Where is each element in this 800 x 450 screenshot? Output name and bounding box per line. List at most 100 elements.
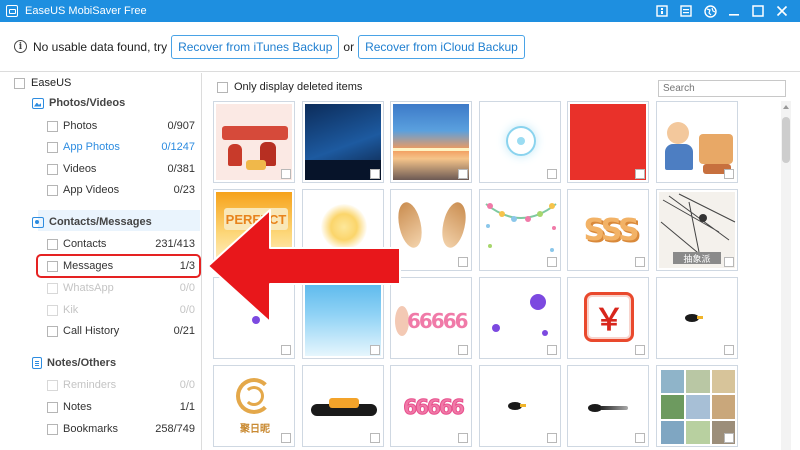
item-count: 0/0 — [179, 282, 195, 294]
only-deleted-checkbox[interactable] — [217, 81, 228, 93]
item-checkbox[interactable] — [47, 401, 58, 413]
scroll-up-arrow-icon[interactable] — [783, 105, 789, 109]
thumbnail-sun-glow[interactable] — [302, 189, 384, 271]
messages-highlight-box — [36, 254, 201, 278]
feedback-icon[interactable] — [650, 2, 674, 20]
sidebar-item-videos[interactable]: Videos 0/381 — [47, 160, 195, 178]
thumbnail-checkbox[interactable] — [547, 433, 557, 443]
thumbnail-text: 聚日昵 — [240, 423, 270, 435]
thumbnail-pink-666[interactable]: 66666 — [390, 365, 472, 447]
item-count: 0/21 — [173, 325, 195, 337]
thumbnail-sss-letters[interactable]: SSS — [567, 189, 649, 271]
search-input[interactable] — [658, 80, 786, 97]
thumbnail-checkbox[interactable] — [635, 345, 645, 355]
root-checkbox[interactable] — [14, 77, 25, 89]
thumbnail-checkbox[interactable] — [547, 169, 557, 179]
tree-root[interactable]: EaseUS — [14, 77, 71, 89]
thumbnail-checkbox[interactable] — [281, 169, 291, 179]
thumbnail-checkbox[interactable] — [635, 169, 645, 179]
globe-icon[interactable] — [698, 2, 722, 20]
item-count: 0/1247 — [161, 141, 195, 153]
sidebar-item-app-videos[interactable]: App Videos 0/23 — [47, 181, 195, 199]
thumbnail-checkbox[interactable] — [635, 433, 645, 443]
sidebar-item-photos[interactable]: Photos 0/907 — [47, 117, 195, 135]
thumbnail-night-sky[interactable] — [302, 101, 384, 183]
thumbnail-purple-dot-small[interactable] — [213, 277, 295, 359]
thumbnail-blue-gradient[interactable] — [302, 277, 384, 359]
item-label: Reminders — [63, 379, 117, 391]
scroll-thumb[interactable] — [782, 117, 790, 163]
maximize-icon[interactable] — [746, 2, 770, 20]
thumbnail-checkbox[interactable] — [724, 169, 734, 179]
item-label: Bookmarks — [63, 423, 119, 435]
sidebar-item-call-history[interactable]: Call History 0/21 — [47, 322, 195, 340]
item-count: 258/749 — [155, 423, 195, 435]
sidebar-item-kik: Kik 0/0 — [47, 301, 195, 319]
thumbnail-checkbox[interactable] — [724, 345, 734, 355]
thumbnail-yen-button[interactable]: ￥ — [567, 277, 649, 359]
section-notes-others[interactable]: Notes/Others — [32, 357, 116, 369]
sidebar-item-contacts[interactable]: Contacts 231/413 — [47, 235, 195, 253]
item-checkbox[interactable] — [47, 238, 58, 250]
thumbnail-checkbox[interactable] — [281, 433, 291, 443]
close-icon[interactable] — [770, 2, 794, 20]
thumbnail-grid: PERFECT SSS 抽象派 66666 ￥ 聚日昵 66666 — [213, 101, 785, 450]
minimize-icon[interactable] — [722, 2, 746, 20]
thumbnail-flower-garland[interactable] — [479, 189, 561, 271]
vertical-scrollbar[interactable] — [781, 101, 791, 450]
thumbnail-light-burst[interactable] — [479, 101, 561, 183]
thumbnail-pink-666-ear[interactable]: 66666 — [390, 277, 472, 359]
thumbnail-bird-trail[interactable] — [567, 365, 649, 447]
thumbnail-red-square[interactable] — [567, 101, 649, 183]
thumbnail-purple-bubbles[interactable] — [479, 277, 561, 359]
thumbnail-checkbox[interactable] — [370, 169, 380, 179]
thumbnail-checkbox[interactable] — [547, 257, 557, 267]
thumbnail-checkbox[interactable] — [458, 169, 468, 179]
section-photos-videos[interactable]: Photos/Videos — [32, 97, 125, 109]
thumbnail-checkbox[interactable] — [458, 257, 468, 267]
title-bar: EaseUS MobiSaver Free — [0, 0, 800, 22]
sidebar-item-app-photos[interactable]: App Photos 0/1247 — [47, 138, 195, 156]
thumbnail-music-sketch[interactable]: 抽象派 — [656, 189, 738, 271]
thumbnail-sunset-sea[interactable] — [390, 101, 472, 183]
thumbnail-checkbox[interactable] — [370, 345, 380, 355]
thumbnail-perfect-banner[interactable]: PERFECT — [213, 189, 295, 271]
sidebar-item-notes[interactable]: Notes 1/1 — [47, 398, 195, 416]
thumbnail-checkbox[interactable] — [370, 433, 380, 443]
recover-icloud-button[interactable]: Recover from iCloud Backup — [358, 34, 525, 59]
thumbnail-checkbox[interactable] — [281, 257, 291, 267]
item-checkbox[interactable] — [47, 141, 58, 153]
thumbnail-cat-ears[interactable] — [390, 189, 472, 271]
thumbnail-people-red[interactable] — [213, 101, 295, 183]
item-checkbox — [47, 304, 58, 316]
menu-icon[interactable] — [674, 2, 698, 20]
main-panel: Only display deleted items PERFECT SSS 抽象派… — [203, 73, 800, 450]
thumbnail-checkbox[interactable] — [458, 433, 468, 443]
thumbnail-bird-small[interactable] — [479, 365, 561, 447]
section-contacts-messages[interactable]: Contacts/Messages — [32, 216, 152, 228]
item-checkbox[interactable] — [47, 325, 58, 337]
item-checkbox[interactable] — [47, 163, 58, 175]
recover-itunes-button[interactable]: Recover from iTunes Backup — [171, 34, 340, 59]
only-deleted-toggle[interactable]: Only display deleted items — [217, 81, 362, 93]
sidebar-item-bookmarks[interactable]: Bookmarks 258/749 — [47, 420, 195, 438]
item-checkbox[interactable] — [47, 120, 58, 132]
thumbnail-checkbox[interactable] — [547, 345, 557, 355]
thumbnail-gold-swirl[interactable]: 聚日昵 — [213, 365, 295, 447]
thumbnail-checkbox[interactable] — [370, 257, 380, 267]
item-checkbox[interactable] — [47, 184, 58, 196]
thumbnail-bird-group[interactable] — [302, 365, 384, 447]
sidebar-item-reminders: Reminders 0/0 — [47, 376, 195, 394]
thumbnail-checkbox[interactable] — [281, 345, 291, 355]
thumbnail-checkbox[interactable] — [635, 257, 645, 267]
item-checkbox[interactable] — [47, 423, 58, 435]
thumbnail-checkbox[interactable] — [724, 257, 734, 267]
thumbnail-checkbox[interactable] — [458, 345, 468, 355]
item-checkbox — [47, 379, 58, 391]
section-title: Notes/Others — [47, 357, 117, 369]
item-checkbox — [47, 282, 58, 294]
thumbnail-photo-collage[interactable] — [656, 365, 738, 447]
thumbnail-cartoon-family[interactable] — [656, 101, 738, 183]
thumbnail-bird-small[interactable] — [656, 277, 738, 359]
thumbnail-checkbox[interactable] — [724, 433, 734, 443]
